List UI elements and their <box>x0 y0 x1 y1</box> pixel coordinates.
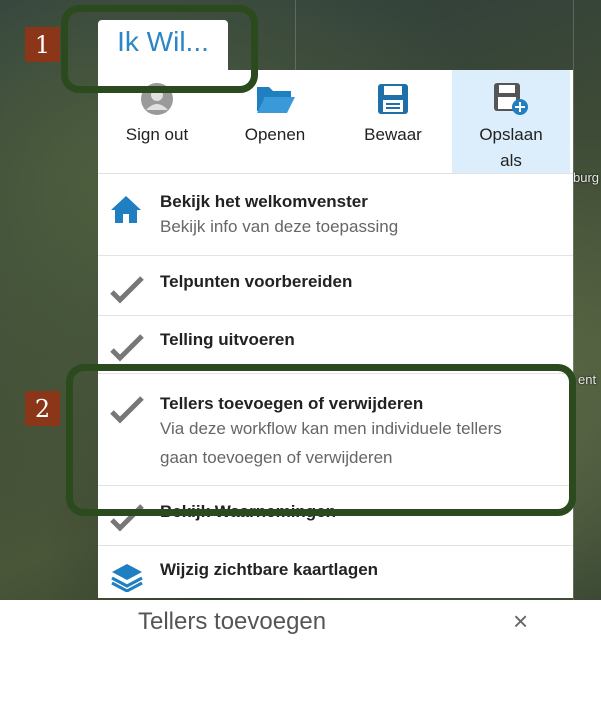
menu-item-telpunten[interactable]: Telpunten voorbereiden <box>98 256 573 316</box>
menu-item-title: Telpunten voorbereiden <box>160 272 353 291</box>
highlight-box-2 <box>66 364 576 516</box>
menu-item-desc: Bekijk info van deze toepassing <box>160 217 399 236</box>
menu-item-welkomvenster[interactable]: Bekijk het welkomvenster Bekijk info van… <box>98 174 573 256</box>
menu-item-title: Wijzig zichtbare kaartlagen <box>160 560 379 579</box>
floppy-disk-add-icon <box>491 82 531 116</box>
menu-item-kaartlagen[interactable]: Wijzig zichtbare kaartlagen <box>98 546 573 598</box>
openen-label: Openen <box>244 125 306 144</box>
close-icon[interactable]: × <box>513 606 528 637</box>
layers-icon <box>110 562 144 593</box>
menu-item-title: Telling uitvoeren <box>160 330 295 349</box>
tellers-toevoegen-panel: Tellers toevoegen × <box>98 600 558 675</box>
opslaan-als-label: Opslaan als <box>479 125 543 170</box>
folder-open-icon <box>255 82 295 116</box>
bewaar-label: Bewaar <box>364 125 422 144</box>
panel-title: Tellers toevoegen <box>138 608 327 635</box>
home-icon <box>110 194 144 224</box>
map-label: ent <box>578 372 597 387</box>
map-grid-line <box>295 0 296 70</box>
step-marker-2: 2 <box>25 391 60 426</box>
sign-out-label: Sign out <box>125 125 189 144</box>
opslaan-als-button[interactable]: Opslaan als <box>452 70 570 173</box>
floppy-disk-icon <box>373 82 413 116</box>
bewaar-button[interactable]: Bewaar <box>334 70 452 173</box>
highlight-box-1 <box>61 5 258 93</box>
map-grid-line <box>573 0 574 600</box>
check-icon <box>110 334 144 364</box>
step-marker-1: 1 <box>25 27 60 62</box>
menu-item-title: Bekijk het welkomvenster <box>160 192 368 211</box>
map-label: burg <box>573 170 600 185</box>
ik-wil-menu-panel: Sign out Openen Bewaar Opslaan als Bekij… <box>98 70 573 598</box>
check-icon <box>110 276 144 306</box>
